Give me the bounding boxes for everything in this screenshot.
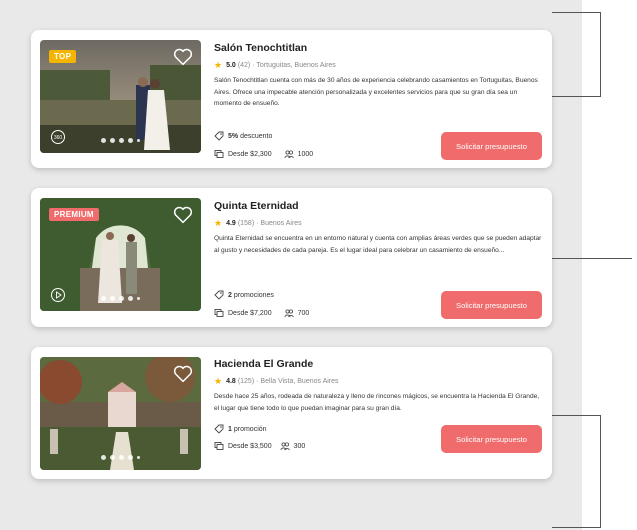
venue-location: · Bella Vista, Buenos Aires [256, 378, 339, 385]
venue-location: · Tortuguitas, Buenos Aires [252, 62, 336, 69]
carousel-dot[interactable] [101, 455, 106, 460]
heart-icon[interactable] [173, 365, 193, 383]
venue-photo[interactable]: TOP 360 [40, 40, 201, 153]
venue-badge: PREMIUM [49, 208, 99, 221]
venue-price-row: Desde $7,200 700 [214, 308, 309, 318]
venue-promo[interactable]: 1 promoción [214, 424, 267, 434]
carousel-dot[interactable] [101, 296, 106, 301]
venue-description: Quinta Eternidad se encuentra en un ento… [214, 235, 542, 254]
venue-price-row: Desde $3,500 300 [214, 441, 305, 451]
carousel-dot[interactable] [137, 139, 140, 142]
tag-icon [214, 131, 224, 141]
connector-line-1 [552, 12, 601, 97]
guests-icon [280, 442, 290, 451]
venue-name[interactable]: Salón Tenochtitlan [214, 42, 307, 54]
venue-card[interactable]: PREMIUM Quinta Eternidad ★ 4.9 (158) · B… [31, 188, 552, 327]
star-icon: ★ [214, 60, 223, 70]
carousel-dot[interactable] [119, 138, 124, 143]
star-icon: ★ [214, 218, 223, 228]
tag-icon [214, 424, 224, 434]
venue-description: Desde hace 25 años, rodeada de naturalez… [214, 393, 540, 412]
tag-icon [214, 290, 224, 300]
venue-guests: 700 [297, 309, 310, 317]
venue-photo[interactable]: PREMIUM [40, 198, 201, 311]
heart-icon[interactable] [173, 48, 193, 66]
venue-photo[interactable] [40, 357, 201, 470]
carousel-dot[interactable] [110, 296, 115, 301]
request-quote-button[interactable]: Solicitar presupuesto [441, 291, 542, 319]
venue-guests: 1000 [297, 150, 314, 158]
venue-rating: ★ 5.0 (42) · Tortuguitas, Buenos Aires [214, 60, 336, 71]
carousel-dot[interactable] [128, 455, 133, 460]
review-count: (42) [237, 62, 251, 69]
request-quote-button[interactable]: Solicitar presupuesto [441, 132, 542, 160]
heart-icon[interactable] [173, 206, 193, 224]
star-icon: ★ [214, 376, 223, 386]
venue-rating: ★ 4.9 (158) · Buenos Aires [214, 218, 302, 229]
promo-value: 5% [228, 132, 239, 140]
venue-name[interactable]: Hacienda El Grande [214, 358, 313, 370]
carousel-dot[interactable] [119, 296, 124, 301]
promo-label: promociones [233, 291, 274, 299]
carousel-dot[interactable] [137, 456, 140, 459]
venue-promo[interactable]: 5% descuento [214, 131, 272, 141]
connector-line-3 [552, 415, 601, 528]
venue-guests: 300 [293, 442, 306, 450]
carousel-dot[interactable] [110, 138, 115, 143]
venue-card[interactable]: Hacienda El Grande ★ 4.8 (125) · Bella V… [31, 347, 552, 479]
promo-label: descuento [240, 132, 273, 140]
promo-value: 1 [228, 425, 232, 433]
carousel-dot[interactable] [137, 297, 140, 300]
carousel-dot[interactable] [119, 455, 124, 460]
promo-value: 2 [228, 291, 232, 299]
guests-icon [284, 309, 294, 318]
venue-promo[interactable]: 2 promociones [214, 290, 274, 300]
venue-badge: TOP [49, 50, 77, 63]
venue-price: Desde $7,200 [228, 309, 272, 317]
menu-price-icon [214, 309, 224, 317]
venue-name[interactable]: Quinta Eternidad [214, 200, 299, 212]
venue-description: Salón Tenochtitlan cuenta con más de 30 … [214, 77, 538, 107]
review-count: (125) [237, 378, 255, 385]
rating-score: 4.9 [226, 220, 236, 227]
connector-line-2 [552, 258, 632, 259]
venue-rating: ★ 4.8 (125) · Bella Vista, Buenos Aires [214, 376, 339, 387]
venue-card[interactable]: TOP 360 Salón Tenochtitlan ★ 5.0 (42) · … [31, 30, 552, 168]
venue-price: Desde $2,300 [228, 150, 272, 158]
carousel-dot[interactable] [101, 138, 106, 143]
menu-price-icon [214, 442, 224, 450]
carousel-dots[interactable] [40, 455, 201, 460]
review-count: (158) [237, 220, 255, 227]
carousel-dot[interactable] [128, 296, 133, 301]
rating-score: 4.8 [226, 378, 236, 385]
menu-price-icon [214, 150, 224, 158]
carousel-dots[interactable] [40, 138, 201, 143]
venue-price: Desde $3,500 [228, 442, 272, 450]
request-quote-button[interactable]: Solicitar presupuesto [441, 425, 542, 453]
rating-score: 5.0 [226, 62, 236, 69]
venue-location: · Buenos Aires [256, 220, 302, 227]
guests-icon [284, 150, 294, 159]
promo-label: promoción [233, 425, 267, 433]
carousel-dot[interactable] [128, 138, 133, 143]
carousel-dot[interactable] [110, 455, 115, 460]
venue-price-row: Desde $2,300 1000 [214, 149, 313, 159]
carousel-dots[interactable] [40, 296, 201, 301]
